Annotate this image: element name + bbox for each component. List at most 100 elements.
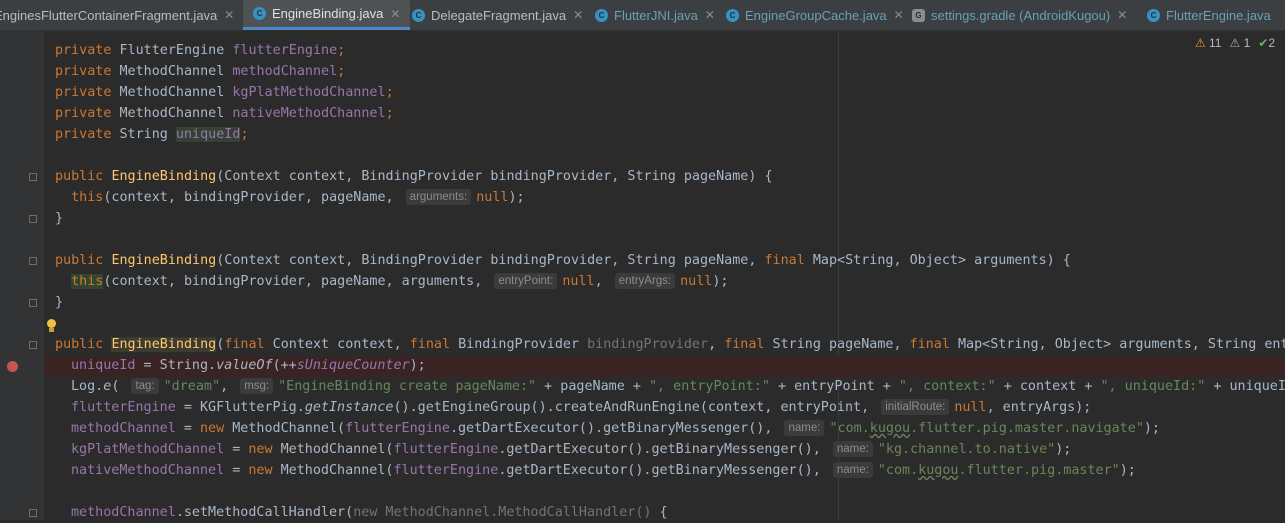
code-line[interactable]: private String uniqueId; <box>55 124 249 145</box>
close-icon[interactable]: ✕ <box>894 8 904 22</box>
code-token: new <box>248 463 273 478</box>
fold-marker-icon[interactable] <box>29 509 37 517</box>
code-token: ; <box>337 64 346 79</box>
tab-label: FlutterJNI.java <box>614 7 698 23</box>
code-token: Context context, <box>264 337 410 352</box>
code-token: public <box>55 337 104 352</box>
tab-engine-group-cache[interactable]: C EngineGroupCache.java ✕ <box>726 0 904 30</box>
code-line[interactable]: nativeMethodChannel = new MethodChannel(… <box>71 460 1136 481</box>
code-token: flutterEngine <box>393 463 499 478</box>
code-token: ); <box>1143 421 1160 436</box>
code-token: public <box>55 253 104 268</box>
code-line[interactable]: public EngineBinding(final Context conte… <box>55 334 1285 355</box>
code-token: ", entryPoint:" <box>648 379 770 394</box>
code-token: "kg.channel.to.native" <box>877 442 1056 457</box>
tab-flutter-engine[interactable]: C FlutterEngine.java <box>1147 0 1271 30</box>
close-icon[interactable]: ✕ <box>224 8 234 22</box>
code-token: ", context:" <box>898 379 996 394</box>
code-line[interactable]: flutterEngine = KGFlutterPig.getInstance… <box>71 397 1091 418</box>
parameter-hint: name: <box>832 441 873 457</box>
code-token: this <box>71 274 104 289</box>
code-line[interactable]: kgPlatMethodChannel = new MethodChannel(… <box>71 439 1071 460</box>
code-token: (context, bindingProvider, pageName, arg… <box>103 274 491 289</box>
code-token: MethodChannel( <box>272 442 394 457</box>
code-line[interactable]: this(context, bindingProvider, pageName,… <box>55 187 525 208</box>
weak-warning-icon: ⚠ <box>1229 36 1241 50</box>
code-token: final <box>909 337 950 352</box>
code-token: this <box>71 190 104 205</box>
code-token: = <box>175 421 200 436</box>
fold-marker-icon[interactable] <box>29 341 37 349</box>
code-token: MethodChannel <box>119 106 225 121</box>
code-token: String <box>119 127 168 142</box>
code-token: nativeMethodChannel <box>71 463 225 478</box>
tab-engine-binding[interactable]: C EngineBinding.java ✕ <box>243 0 411 30</box>
tab-settings-gradle[interactable]: G settings.gradle (AndroidKugou) ✕ <box>912 0 1127 30</box>
warning-count[interactable]: ⚠ 11 <box>1195 36 1222 50</box>
inspection-widget[interactable]: ⚠ 11 ⚠ 1 ✔2 <box>1195 36 1275 50</box>
code-token: final <box>224 337 265 352</box>
code-line[interactable]: this(context, bindingProvider, pageName,… <box>55 271 729 292</box>
parameter-hint: entryArgs: <box>614 273 676 289</box>
code-token: ().getEngineGroup().createAndRunEngine(c… <box>393 400 878 415</box>
close-icon[interactable]: ✕ <box>573 8 583 22</box>
breakpoint-icon[interactable] <box>7 361 18 372</box>
code-token: ; <box>385 85 394 100</box>
code-token: .setMethodCallHandler( <box>175 505 354 520</box>
typo-count[interactable]: ✔2 <box>1258 36 1275 50</box>
fold-marker-icon[interactable] <box>29 257 37 265</box>
code-token: Map<String, Object> arguments) { <box>804 253 1071 268</box>
weak-warning-count[interactable]: ⚠ 1 <box>1229 36 1250 50</box>
code-token: kugou <box>869 421 911 436</box>
code-token: } <box>55 211 64 226</box>
code-line[interactable]: private MethodChannel kgPlatMethodChanne… <box>55 82 394 103</box>
editor-gutter[interactable] <box>0 31 44 520</box>
code-token: = KGFlutterPig. <box>175 400 305 415</box>
fold-marker-icon[interactable] <box>29 173 37 181</box>
code-token: String pageName, <box>764 337 910 352</box>
code-line[interactable]: private MethodChannel methodChannel; <box>55 61 345 82</box>
code-token: "com. <box>829 421 870 436</box>
code-token: ); <box>409 358 426 373</box>
code-line[interactable]: Log.e( tag: "dream", msg: "EngineBinding c… <box>71 376 1285 397</box>
fold-marker-icon[interactable] <box>29 299 37 307</box>
code-token: ; <box>240 127 249 142</box>
code-line[interactable]: } <box>55 292 63 313</box>
tab-delegate-fragment[interactable]: C DelegateFragment.java ✕ <box>412 0 583 30</box>
code-token: , entryArgs); <box>986 400 1092 415</box>
code-token: "dream" <box>163 379 221 394</box>
close-icon[interactable]: ✕ <box>705 8 715 22</box>
code-line[interactable]: uniqueId = String.valueOf(++sUniqueCount… <box>71 355 426 376</box>
code-token: .getDartExecutor().getBinaryMessenger(), <box>449 421 781 436</box>
code-token: flutterEngine <box>345 421 450 436</box>
java-class-icon: C <box>595 8 608 22</box>
code-token: + pageName + <box>536 379 649 394</box>
code-token: EngineBinding <box>111 253 217 268</box>
code-token: uniqueId <box>71 358 136 373</box>
tab-flutter-jni[interactable]: C FlutterJNI.java ✕ <box>595 0 715 30</box>
tab-label: FlutterEngine.java <box>1166 7 1271 23</box>
code-line[interactable]: private MethodChannel nativeMethodChanne… <box>55 103 394 124</box>
code-token: final <box>409 337 451 352</box>
code-token: flutterEngine <box>232 43 338 58</box>
code-token: sUniqueCounter <box>296 358 410 373</box>
close-icon[interactable]: ✕ <box>1117 8 1127 22</box>
code-token: kugou <box>918 463 959 478</box>
code-line[interactable]: public EngineBinding(Context context, Bi… <box>55 250 1071 271</box>
code-token: kgPlatMethodChannel <box>232 85 386 100</box>
close-icon[interactable]: ✕ <box>390 7 400 21</box>
parameter-hint: initialRoute: <box>881 399 950 415</box>
code-line[interactable]: methodChannel = new MethodChannel(flutte… <box>71 418 1160 439</box>
code-line[interactable]: private FlutterEngine flutterEngine; <box>55 40 345 61</box>
code-token: ); <box>1055 442 1072 457</box>
tab-engines-flutter-container-fragment[interactable]: EnginesFlutterContainerFragment.java ✕ <box>0 0 234 30</box>
code-token: final <box>764 253 805 268</box>
code-token: public <box>55 169 104 184</box>
code-line[interactable]: public EngineBinding(Context context, Bi… <box>55 166 773 187</box>
code-token: .flutter.pig.master.navigate" <box>910 421 1144 436</box>
code-token: new <box>200 421 225 436</box>
java-class-icon: C <box>412 8 425 22</box>
code-line[interactable]: } <box>55 208 63 229</box>
lightbulb-icon[interactable] <box>46 319 57 333</box>
fold-marker-icon[interactable] <box>29 215 37 223</box>
